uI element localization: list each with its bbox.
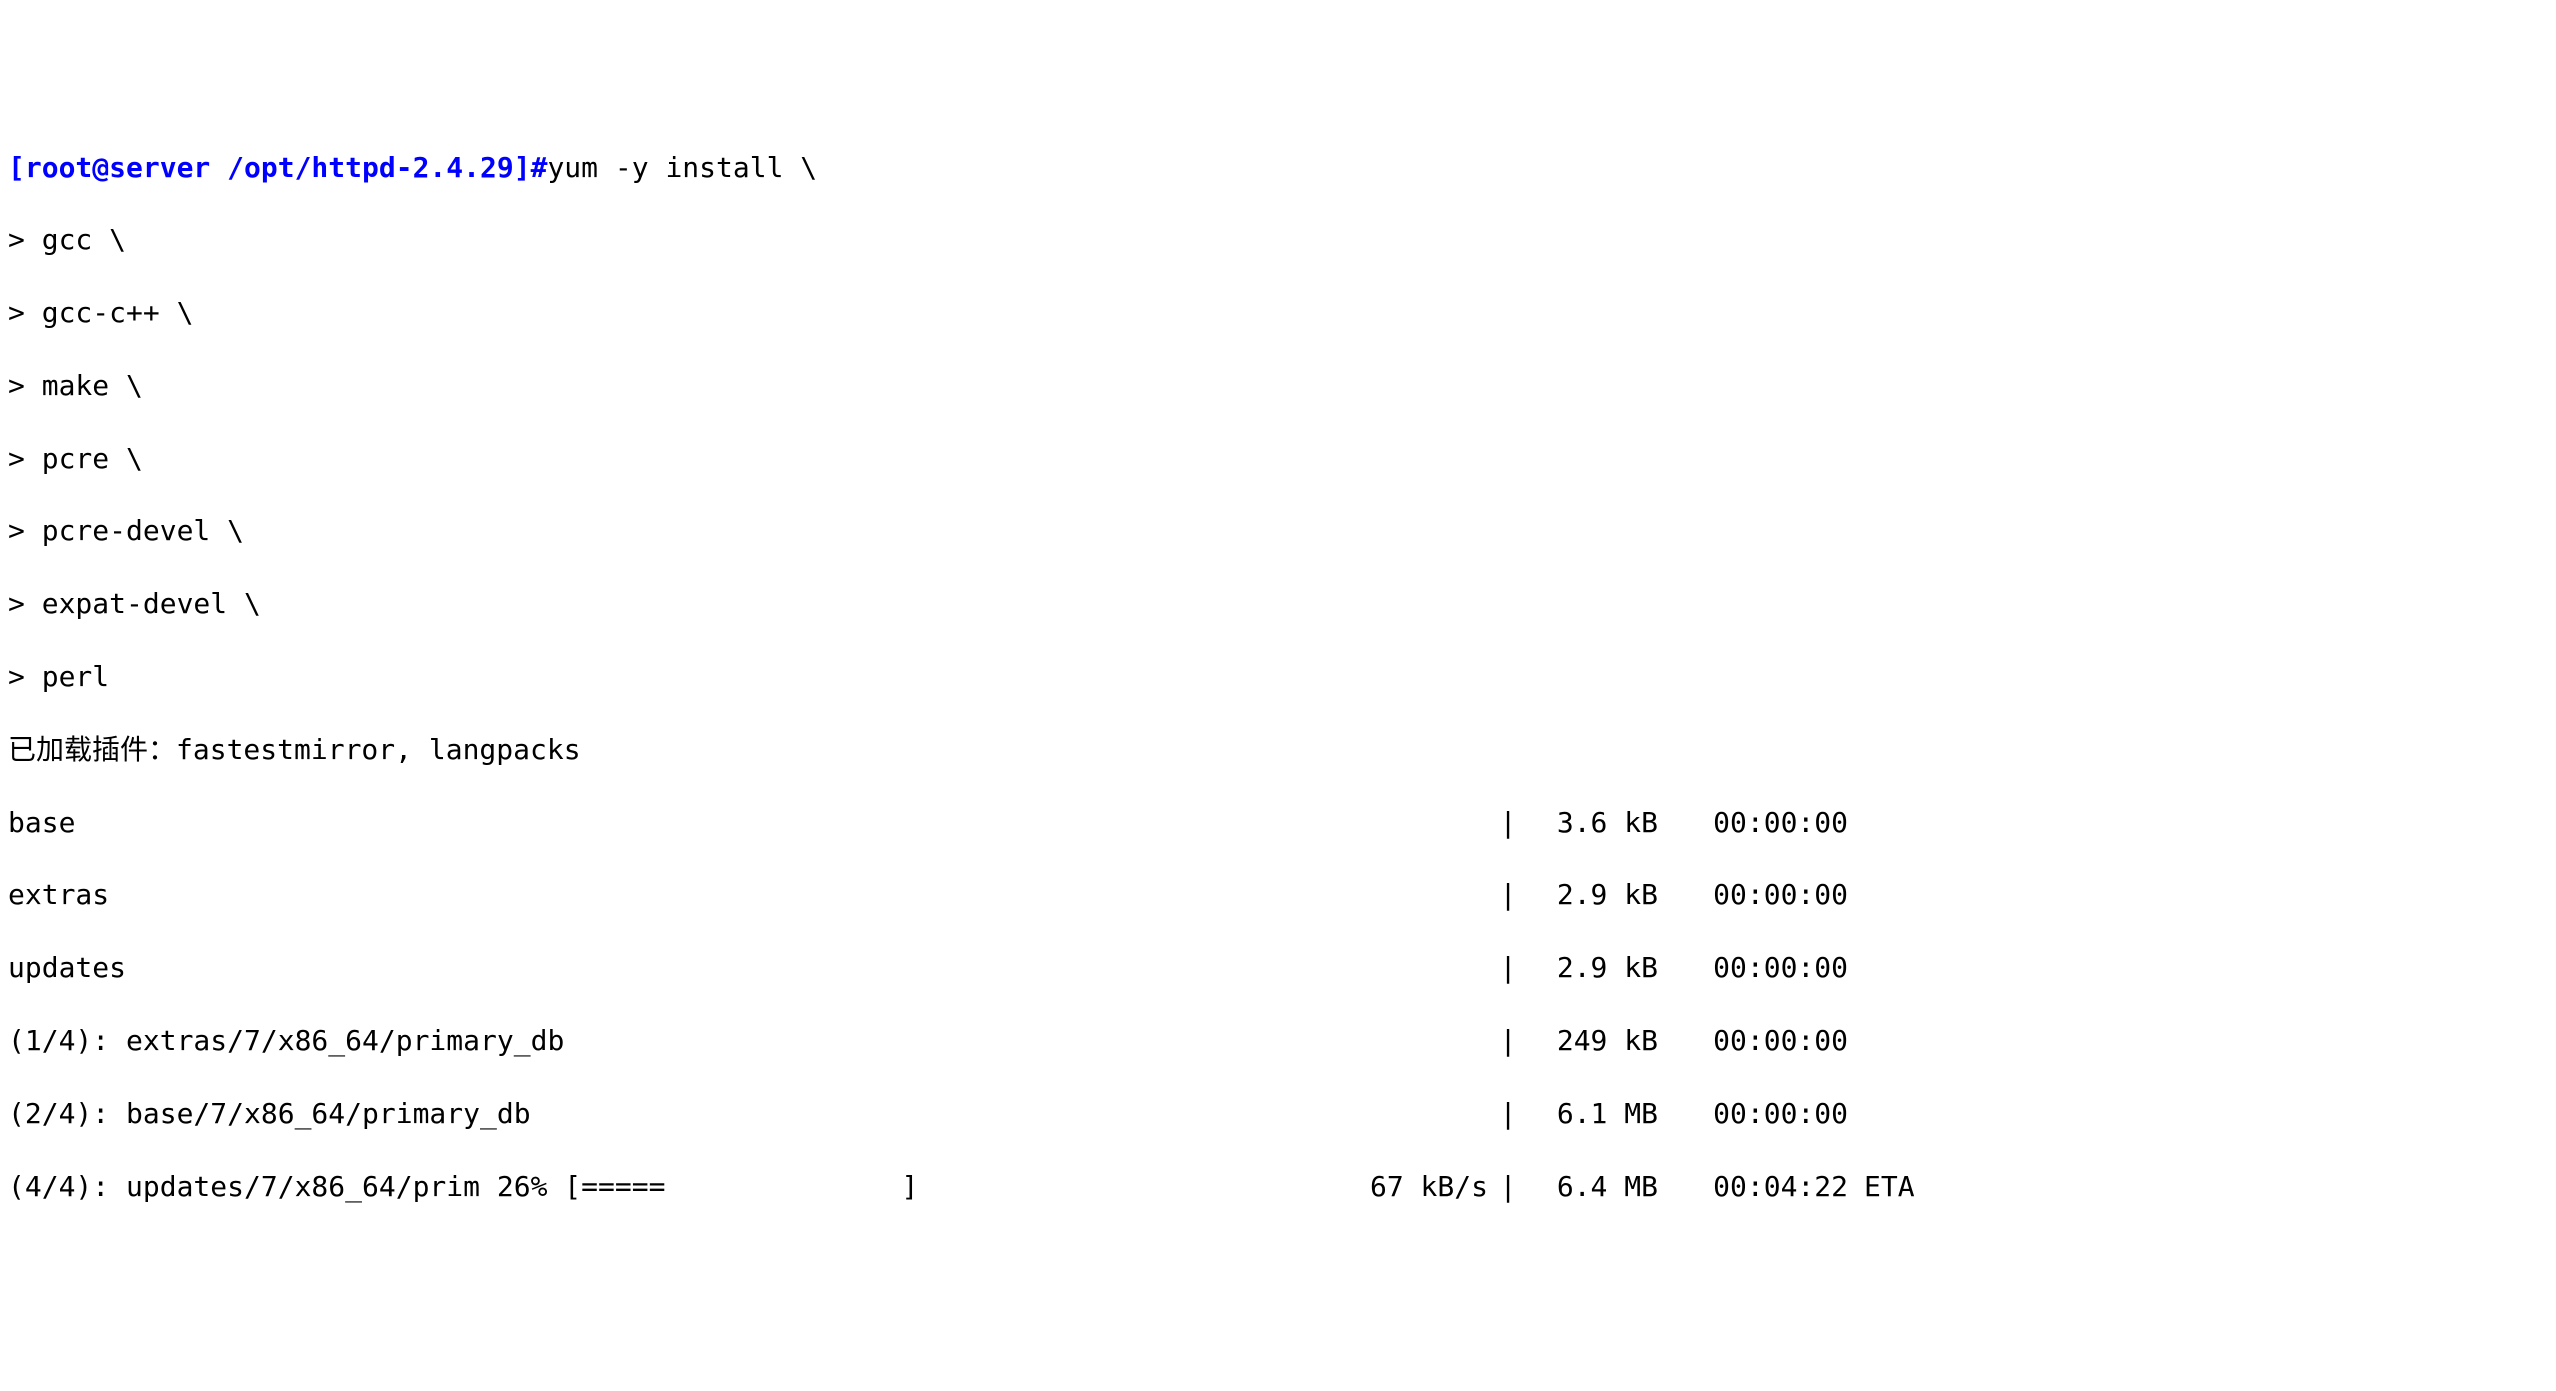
continuation-line: > make \ (8, 368, 2548, 404)
repo-speed (1338, 1023, 1488, 1059)
continuation-line: > pcre-devel \ (8, 513, 2548, 549)
repo-time: 00:00:00 (1658, 1096, 1848, 1132)
repo-name: updates (8, 950, 1338, 986)
continuation-line: > pcre \ (8, 441, 2548, 477)
repo-pipe: | (1488, 805, 1528, 841)
command-text: yum -y install \ (547, 151, 817, 184)
repo-size: 3.6 kB (1528, 805, 1658, 841)
repo-eta (1848, 1023, 1864, 1059)
repo-time: 00:04:22 (1658, 1169, 1848, 1205)
repo-eta (1848, 877, 1864, 913)
repo-pipe: | (1488, 950, 1528, 986)
repo-eta (1848, 1096, 1864, 1132)
repo-speed (1338, 877, 1488, 913)
repo-row: (1/4): extras/7/x86_64/primary_db |249 kB… (8, 1023, 2548, 1059)
repo-size: 2.9 kB (1528, 950, 1658, 986)
continuation-line: > expat-devel \ (8, 586, 2548, 622)
repo-name: (2/4): base/7/x86_64/primary_db (8, 1096, 1338, 1132)
repo-pipe: | (1488, 1169, 1528, 1205)
continuation-line: > gcc \ (8, 222, 2548, 258)
repo-time: 00:00:00 (1658, 1023, 1848, 1059)
shell-prompt: [root@server /opt/httpd-2.4.29]# (8, 151, 547, 184)
repo-speed (1338, 805, 1488, 841)
repo-time: 00:00:00 (1658, 877, 1848, 913)
repo-name: base (8, 805, 1338, 841)
repo-speed: 67 kB/s (1338, 1169, 1488, 1205)
repo-row: base |3.6 kB00:00:00 (8, 805, 2548, 841)
continuation-line: > gcc-c++ \ (8, 295, 2548, 331)
continuation-line: > perl (8, 659, 2548, 695)
repo-eta: ETA (1848, 1169, 1915, 1205)
repo-name: (1/4): extras/7/x86_64/primary_db (8, 1023, 1338, 1059)
repo-row: extras |2.9 kB00:00:00 (8, 877, 2548, 913)
repo-eta (1848, 950, 1864, 986)
repo-time: 00:00:00 (1658, 950, 1848, 986)
repo-time: 00:00:00 (1658, 805, 1848, 841)
plugins-loaded-line: 已加载插件：fastestmirror, langpacks (8, 732, 2548, 768)
repo-size: 249 kB (1528, 1023, 1658, 1059)
repo-size: 2.9 kB (1528, 877, 1658, 913)
repo-row: updates |2.9 kB00:00:00 (8, 950, 2548, 986)
repo-pipe: | (1488, 1023, 1528, 1059)
repo-speed (1338, 1096, 1488, 1132)
repo-pipe: | (1488, 1096, 1528, 1132)
repo-progress-name: (4/4): updates/7/x86_64/prim 26% [===== … (8, 1169, 1338, 1205)
repo-pipe: | (1488, 877, 1528, 913)
repo-name: extras (8, 877, 1338, 913)
repo-progress-row: (4/4): updates/7/x86_64/prim 26% [===== … (8, 1169, 2548, 1205)
repo-eta (1848, 805, 1864, 841)
command-line: [root@server /opt/httpd-2.4.29]#yum -y i… (8, 150, 2548, 186)
repo-row: (2/4): base/7/x86_64/primary_db |6.1 MB00… (8, 1096, 2548, 1132)
repo-size: 6.4 MB (1528, 1169, 1658, 1205)
repo-speed (1338, 950, 1488, 986)
repo-size: 6.1 MB (1528, 1096, 1658, 1132)
